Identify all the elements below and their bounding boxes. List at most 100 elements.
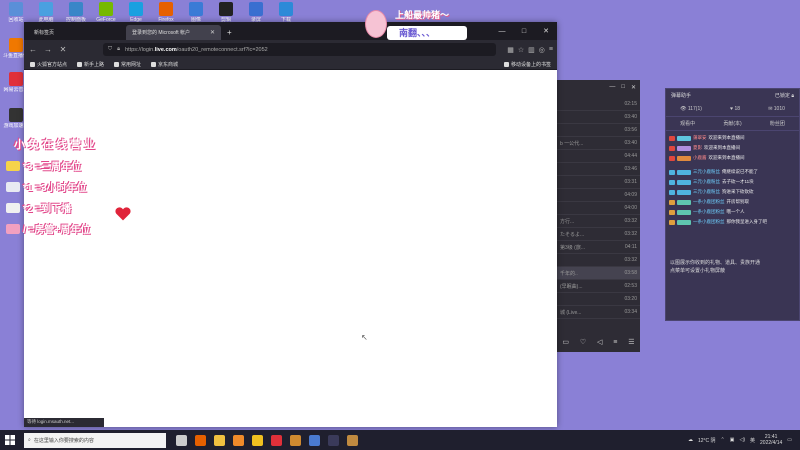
ime-icon[interactable]: 英 xyxy=(750,437,755,444)
tab-watching[interactable]: 观看中 xyxy=(680,120,695,127)
desktop-icon[interactable]: 录屏 xyxy=(243,2,269,23)
chat-message[interactable]: 小鹿酱 欢迎来到本直播间 xyxy=(669,153,796,163)
song-row[interactable]: 04:09 xyxy=(557,189,640,202)
desktop-icon[interactable]: 图像 xyxy=(183,2,209,23)
song-row[interactable]: 02:15 xyxy=(557,98,640,111)
firefox-icon[interactable] xyxy=(195,434,206,446)
heart-icon[interactable]: ♡ xyxy=(580,338,586,346)
maximize-icon[interactable]: □ xyxy=(621,84,625,94)
tab-fan-club[interactable]: 粉丝团 xyxy=(770,120,785,127)
song-row[interactable]: 方行... 03:32 xyxy=(557,215,640,228)
song-row[interactable]: 03:20 xyxy=(557,293,640,306)
app-yellow-icon[interactable] xyxy=(252,434,263,446)
new-tab-button[interactable]: + xyxy=(227,28,232,37)
tab-new-tab[interactable]: 新标签页 xyxy=(28,25,122,40)
app-game-icon[interactable] xyxy=(328,434,339,446)
song-row[interactable]: 03:40 xyxy=(557,111,640,124)
chat-message[interactable]: 三元小鹿粉丝 狗进采下砍砍砍 xyxy=(669,187,796,197)
minimize-icon[interactable]: — xyxy=(491,22,513,40)
chat-message[interactable]: 一条小鹿团粉丝 哦一个人 xyxy=(669,207,796,217)
desktop-icon[interactable]: 此电脑 xyxy=(33,2,59,23)
song-row[interactable]: 03:32 xyxy=(557,254,640,267)
stop-icon[interactable]: ✕ xyxy=(58,45,68,54)
lock-status[interactable]: 已锁定 🔒︎ xyxy=(775,92,794,99)
minimize-icon[interactable]: — xyxy=(609,84,615,94)
lyrics-icon[interactable]: ≡ xyxy=(613,339,617,346)
song-row[interactable]: (早眠曲)... 02:53 xyxy=(557,280,640,293)
desktop-icon[interactable]: 下载 xyxy=(273,2,299,23)
desktop-icon[interactable]: 控制面板 xyxy=(63,2,89,23)
song-row[interactable]: 03:31 xyxy=(557,176,640,189)
chat-username[interactable]: 小鹿酱 xyxy=(693,155,707,161)
tab-microsoft-login[interactable]: 登录到您的 Microsoft 帐户 ✕ xyxy=(126,25,221,40)
mobile-bookmarks[interactable]: 移动设备上的书签 xyxy=(503,61,551,68)
bookmark-item[interactable]: 火狐官方站点 xyxy=(30,61,67,68)
chevron-up-icon[interactable]: ⌃ xyxy=(721,437,725,443)
bookmark-item[interactable]: 新手上路 xyxy=(77,61,104,68)
close-icon[interactable]: ✕ xyxy=(631,84,636,94)
task-view-icon[interactable] xyxy=(176,434,187,446)
explorer-icon[interactable] xyxy=(214,434,225,446)
desktop-icon[interactable]: 剪辑 xyxy=(213,2,239,23)
song-row[interactable]: 03:46 xyxy=(557,163,640,176)
chat-username[interactable]: 三元小鹿粉丝 xyxy=(693,179,720,185)
notification-icon[interactable]: ▭ xyxy=(787,437,792,443)
song-row[interactable]: 第3级 (旅... 04:11 xyxy=(557,241,640,254)
music-player-window[interactable]: — □ ✕ 02:15 03:40 03:56 b 一公代... 03:40 04:44 0… xyxy=(557,80,640,352)
menu-icon[interactable]: ☰ xyxy=(628,338,634,346)
star-icon[interactable]: ☆ xyxy=(518,46,524,54)
chat-username[interactable]: 一条小鹿团粉丝 xyxy=(693,219,725,225)
weather-icon[interactable]: ☁ xyxy=(688,437,693,443)
account-icon[interactable]: ◎ xyxy=(539,46,545,54)
volume-icon[interactable]: ◁ xyxy=(597,338,602,346)
shield-icon[interactable]: ⛉ xyxy=(108,46,112,53)
forward-icon[interactable]: → xyxy=(43,45,53,54)
chat-username[interactable]: 三元小鹿粉丝 xyxy=(693,189,720,195)
desktop-icon[interactable]: GeForce xyxy=(93,2,119,23)
address-bar[interactable]: ⛉ 🔒︎ https://login.live.com/oauth20_remo… xyxy=(103,43,497,56)
song-row[interactable]: 03:56 xyxy=(557,124,640,137)
song-row[interactable]: 千年的.. 03:58 xyxy=(557,267,640,280)
app-photo-icon[interactable] xyxy=(309,434,320,446)
chat-message[interactable]: 三元小鹿粉丝 去子砍一才11块 xyxy=(669,177,796,187)
danmaku-assistant-panel[interactable]: 弹幕助手 已锁定 🔒︎ 👁︎ 117(1) ♥ 18 ✉ 1010 观看中 贡献… xyxy=(665,88,800,321)
app-box-icon[interactable] xyxy=(347,434,358,446)
close-tab-icon[interactable]: ✕ xyxy=(210,29,215,36)
song-row[interactable]: b 一公代... 03:40 xyxy=(557,137,640,150)
chat-username[interactable]: 夏影 xyxy=(693,145,702,151)
tab-contribution[interactable]: 贡献(本) xyxy=(723,120,741,127)
song-row[interactable]: 04:00 xyxy=(557,202,640,215)
weather-text[interactable]: 12°C 阴 xyxy=(698,437,716,444)
maximize-icon[interactable]: □ xyxy=(513,22,535,40)
chat-username[interactable]: 蒲翠安 xyxy=(693,135,707,141)
chat-message[interactable]: 一条小鹿团粉丝 那你我呈进入身了吧 xyxy=(669,217,796,227)
bookmark-item[interactable]: 常用网址 xyxy=(114,61,141,68)
chat-message[interactable]: 三元小鹿粉丝 俺继续说已不能了 xyxy=(669,167,796,177)
start-button[interactable] xyxy=(0,435,20,445)
volume-icon[interactable]: ◁) xyxy=(739,437,745,443)
taskbar-search[interactable]: ⌕ 在这里输入你要搜索的内容 xyxy=(24,432,166,448)
library-icon[interactable]: ▥ xyxy=(528,46,535,54)
app-store-icon[interactable] xyxy=(290,434,301,446)
desktop-icon[interactable]: Edge xyxy=(123,2,149,23)
clock[interactable]: 21:41 2022/4/14 xyxy=(760,434,782,446)
song-row[interactable]: たそるよ... 03:32 xyxy=(557,228,640,241)
chat-username[interactable]: 三元小鹿粉丝 xyxy=(693,169,720,175)
page-content[interactable]: ↖ 等待 login.msauth.net... xyxy=(24,70,557,427)
app-orange-icon[interactable] xyxy=(233,434,244,446)
close-icon[interactable]: ✕ xyxy=(535,22,557,40)
netease-music-icon[interactable] xyxy=(271,434,282,446)
network-icon[interactable]: ▣ xyxy=(730,437,735,443)
menu-icon[interactable]: ≡ xyxy=(549,46,553,54)
chat-message[interactable]: 一条小鹿团粉丝 开房帮别取 xyxy=(669,197,796,207)
desktop-icon[interactable]: 回收站 xyxy=(3,2,29,23)
lock-icon[interactable]: 🔒︎ xyxy=(117,46,120,53)
playlist-icon[interactable]: ▭ xyxy=(562,338,569,346)
qr-icon[interactable]: ▦ xyxy=(507,46,514,54)
desktop-icon[interactable]: Firefox xyxy=(153,2,179,23)
bookmark-item[interactable]: 京东商城 xyxy=(151,61,178,68)
song-row[interactable]: 04:44 xyxy=(557,150,640,163)
chat-username[interactable]: 一条小鹿团粉丝 xyxy=(693,209,725,215)
chat-message[interactable]: 蒲翠安 欢迎来到本直播间 xyxy=(669,133,796,143)
back-icon[interactable]: ← xyxy=(28,45,38,54)
